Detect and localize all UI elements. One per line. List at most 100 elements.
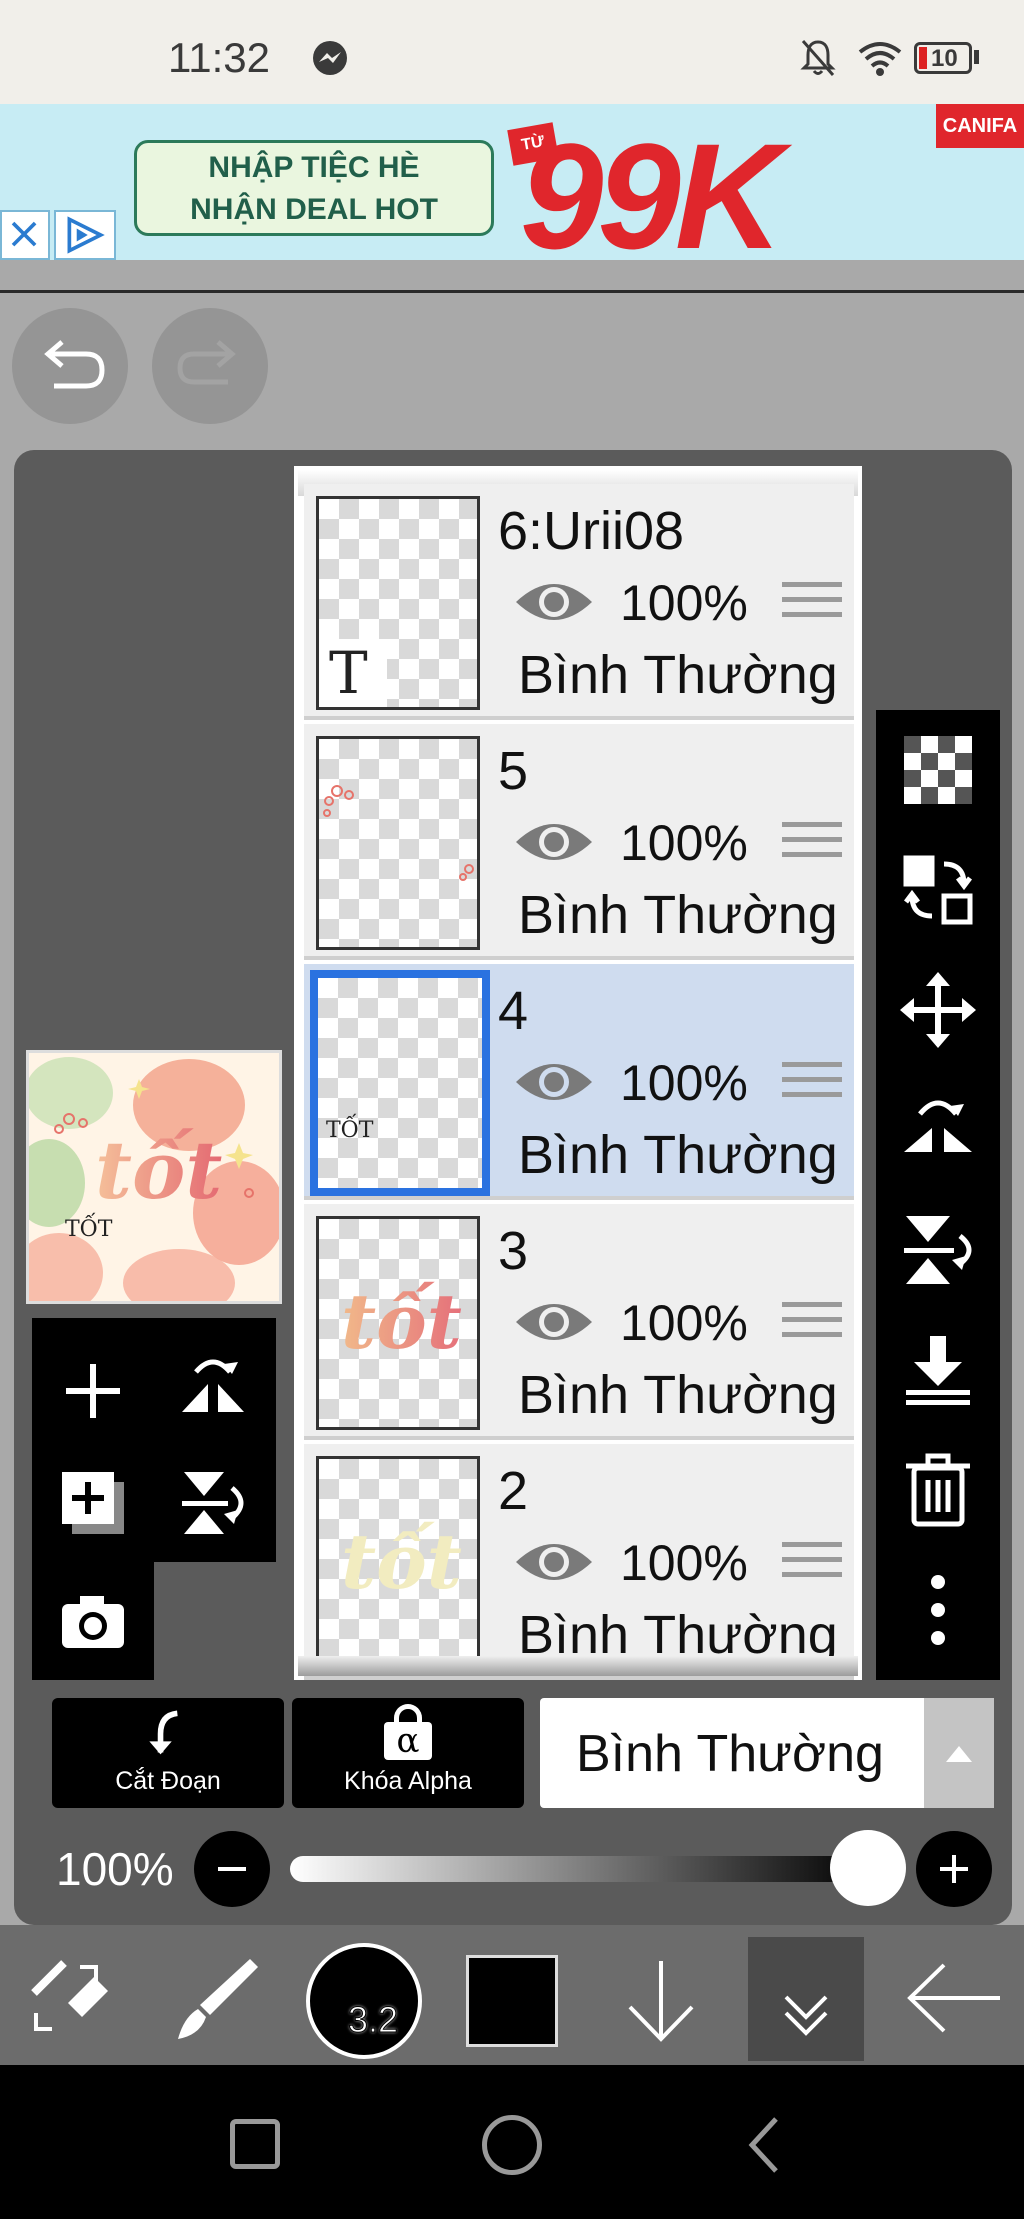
layer-opacity: 100% (620, 815, 748, 871)
layer-blend-mode: Bình Thường (518, 645, 838, 705)
layer-blend-mode: Bình Thường (518, 1365, 838, 1425)
move-icon[interactable] (900, 972, 976, 1048)
layer-list-bottom-shade (298, 1656, 858, 1676)
opacity-slider[interactable] (290, 1856, 870, 1882)
clip-arrow-icon (149, 1710, 178, 1755)
layer-name[interactable]: 2 (498, 1460, 528, 1522)
home-icon[interactable] (482, 2115, 542, 2175)
brush-size-icon[interactable]: 3.2 (306, 1943, 422, 2059)
ad-text-box: NHẬP TIỆC HÈ NHẬN DEAL HOT (134, 140, 494, 236)
opacity-slider-thumb[interactable] (830, 1830, 906, 1906)
ad-line-1: NHẬP TIỆC HÈ (208, 151, 420, 184)
clip-button[interactable]: Cắt Đoạn (52, 1698, 284, 1808)
ad-banner[interactable]: NHẬP TIỆC HÈ NHẬN DEAL HOT TỪ 99K CANIFA (0, 104, 1024, 260)
redo-button[interactable] (152, 308, 268, 424)
layer-thumbnail: tốt (316, 1456, 480, 1670)
alpha-lock-button[interactable]: α Khóa Alpha (292, 1698, 524, 1808)
layer-opacity: 100% (620, 575, 748, 631)
transform-tool-icon[interactable] (24, 1953, 114, 2043)
layer-name[interactable]: 4 (498, 980, 528, 1042)
ad-price: 99K (520, 112, 783, 260)
add-layer-icon[interactable] (58, 1356, 128, 1426)
layer-row-6[interactable]: T 6:Urii08 100% Bình Thường (304, 484, 854, 720)
text-layer-glyph: T (329, 639, 368, 707)
battery-tip (974, 50, 979, 64)
adchoices-icon[interactable] (54, 210, 116, 260)
battery-level: 10 (931, 45, 958, 72)
canvas-title-text: tốt (95, 1123, 223, 1217)
flip-horizontal-icon[interactable] (900, 1092, 976, 1168)
layer-row-2[interactable]: tốt 2 100% Bình Thường (304, 1444, 854, 1680)
alpha-lock-label: Khóa Alpha (344, 1767, 472, 1795)
eye-icon[interactable] (512, 574, 596, 630)
blend-mode-value: Bình Thường (576, 1725, 884, 1783)
drag-handle-icon[interactable] (782, 582, 842, 630)
flip-vertical-icon[interactable] (178, 1468, 248, 1538)
layers-collapse-button[interactable] (748, 1937, 864, 2061)
status-bar: 11:32 10 (0, 0, 1024, 104)
layer-opacity: 100% (620, 1055, 748, 1111)
back-arrow-icon[interactable] (904, 1953, 1004, 2043)
layer-row-5[interactable]: 5 100% Bình Thường (304, 724, 854, 960)
messenger-icon (313, 41, 347, 75)
undo-button[interactable] (12, 308, 128, 424)
canvas-preview[interactable]: tốt TỐT (26, 1050, 282, 1304)
layer-transform-icon[interactable] (900, 852, 976, 928)
layer-row-4[interactable]: TỐT 4 100% Bình Thường (304, 964, 854, 1200)
small-text-artwork: TỐT (326, 1118, 374, 1143)
eye-icon[interactable] (512, 1294, 596, 1350)
eye-icon[interactable] (512, 1534, 596, 1590)
merge-down-icon[interactable] (900, 1332, 976, 1408)
bell-off-icon (800, 40, 836, 76)
flip-rotate-icon[interactable] (178, 1350, 248, 1420)
camera-icon[interactable] (58, 1586, 128, 1656)
brush-size-value: 3.2 (347, 1999, 399, 2041)
layer-list[interactable]: T 6:Urii08 100% Bình Thường 5 100% Bình … (294, 466, 862, 1680)
drag-handle-icon[interactable] (782, 1302, 842, 1350)
close-icon[interactable] (0, 210, 50, 260)
layer-name[interactable]: 5 (498, 740, 528, 802)
arrow-down-icon[interactable] (616, 1955, 706, 2045)
plus-icon (940, 1855, 968, 1883)
ad-line-2: NHẬN DEAL HOT (190, 193, 438, 226)
layers-collapse-icon (784, 1995, 828, 2036)
drag-handle-icon[interactable] (782, 822, 842, 870)
tot-pale-artwork: tốt (341, 1517, 462, 1606)
back-icon[interactable] (744, 2115, 784, 2175)
drag-handle-icon[interactable] (782, 1062, 842, 1110)
tools-gap (154, 1562, 276, 1680)
transparency-icon[interactable] (900, 732, 976, 808)
layer-thumbnail: tốt (316, 1216, 480, 1430)
recent-apps-icon[interactable] (230, 2119, 280, 2169)
tot-artwork: tốt (341, 1277, 462, 1366)
layer-name[interactable]: 3 (498, 1220, 528, 1282)
color-swatch[interactable] (466, 1955, 558, 2047)
eye-icon[interactable] (512, 1054, 596, 1110)
layer-name[interactable]: 6:Urii08 (498, 500, 684, 562)
flip-vertical-rotate-icon[interactable] (900, 1212, 976, 1288)
alpha-glyph: α (384, 1722, 432, 1760)
trash-icon[interactable] (900, 1452, 976, 1528)
layer-row-3[interactable]: tốt 3 100% Bình Thường (304, 1204, 854, 1440)
opacity-decrease-button[interactable] (194, 1831, 270, 1907)
status-time: 11:32 (168, 34, 270, 81)
clip-label: Cắt Đoạn (115, 1767, 221, 1795)
chevron-up-icon[interactable] (924, 1698, 994, 1808)
wifi-icon (858, 42, 902, 76)
text-layer-marker: T (319, 639, 387, 707)
opacity-label: 100% (56, 1843, 174, 1895)
undo-icon (44, 340, 105, 389)
layer-opacity: 100% (620, 1535, 748, 1591)
layer-thumbnail (316, 736, 480, 950)
ad-brand: CANIFA (936, 104, 1024, 148)
blend-mode-select[interactable]: Bình Thường (540, 1698, 994, 1808)
layer-blend-mode: Bình Thường (518, 885, 838, 945)
opacity-increase-button[interactable] (916, 1831, 992, 1907)
minus-icon (218, 1867, 246, 1871)
more-icon[interactable] (900, 1572, 976, 1648)
eye-icon[interactable] (512, 814, 596, 870)
brush-icon[interactable] (170, 1953, 260, 2043)
layer-thumbnail: TỐT (310, 970, 490, 1196)
drag-handle-icon[interactable] (782, 1542, 842, 1590)
add-copy-layer-icon[interactable] (58, 1468, 128, 1538)
